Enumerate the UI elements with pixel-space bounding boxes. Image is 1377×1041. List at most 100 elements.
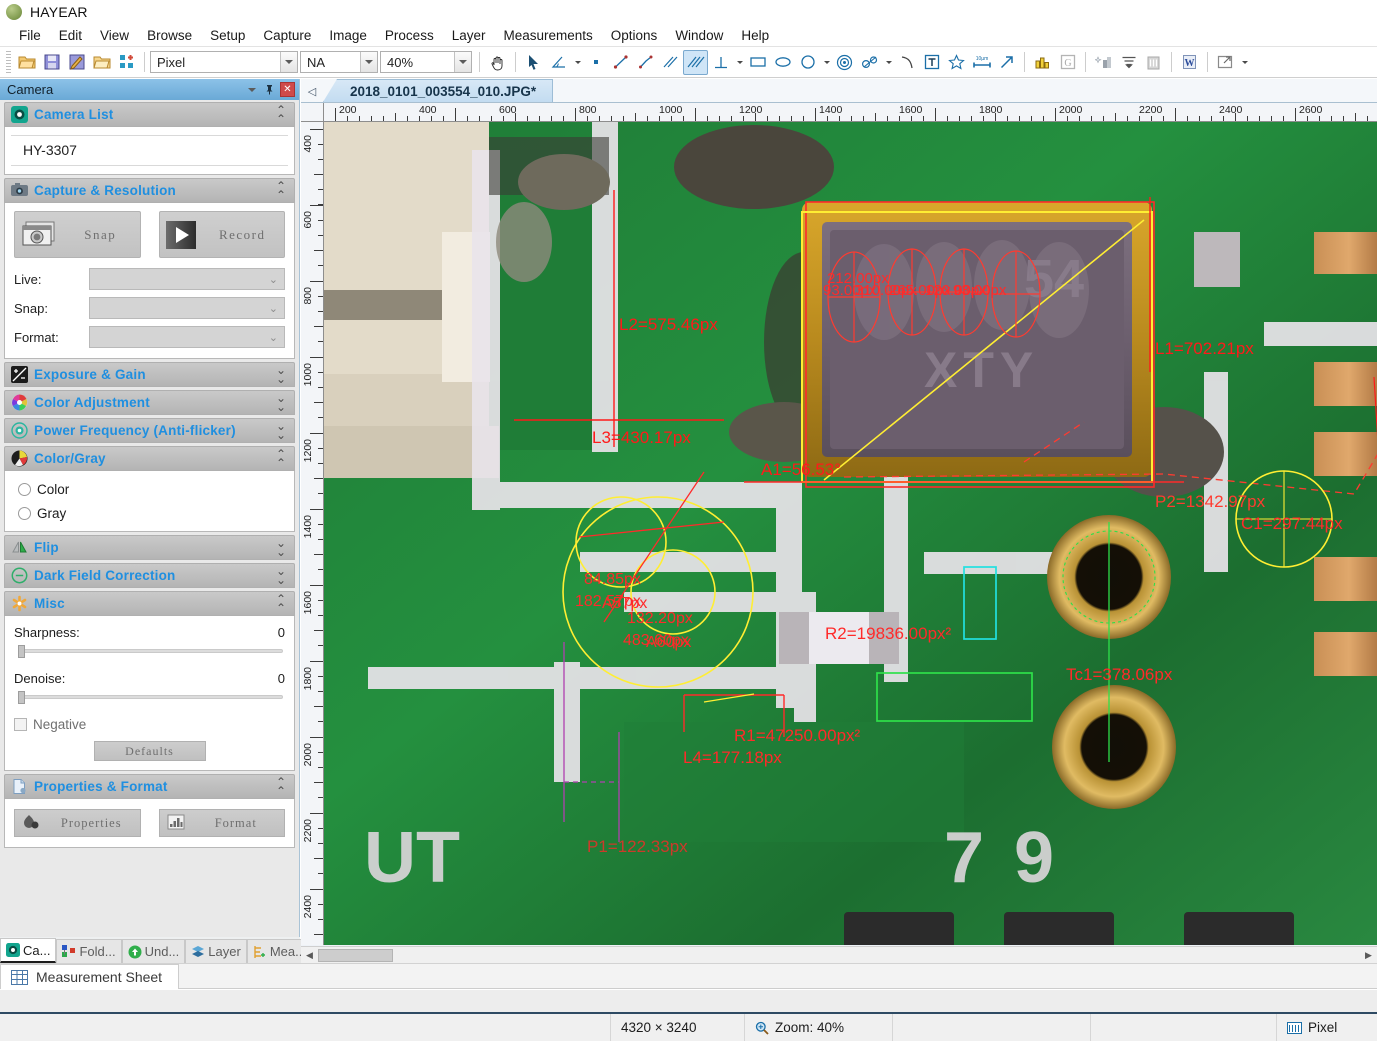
- menu-item-view[interactable]: View: [91, 26, 138, 45]
- dock-menu-icon[interactable]: [244, 82, 259, 97]
- expand-chevron-icon-dfc[interactable]: ⌄⌄: [274, 567, 288, 585]
- pin-icon[interactable]: [262, 82, 277, 97]
- collapse-chevron-icon-color-gray[interactable]: ⌃⌃: [274, 450, 288, 468]
- perpendicular-icon[interactable]: [708, 50, 733, 75]
- text-icon[interactable]: [919, 50, 944, 75]
- menu-item-file[interactable]: File: [10, 26, 50, 45]
- group-header-color-adjustment[interactable]: Color Adjustment ⌄⌄: [4, 390, 295, 415]
- scalebar-icon[interactable]: 10µm: [969, 50, 994, 75]
- properties-button[interactable]: Properties: [14, 809, 141, 837]
- group-header-dark-field-correction[interactable]: Dark Field Correction ⌄⌄: [4, 563, 295, 588]
- menu-item-browse[interactable]: Browse: [138, 26, 201, 45]
- document-tab[interactable]: 2018_0101_003554_010.JPG*: [323, 79, 553, 102]
- menu-item-options[interactable]: Options: [602, 26, 667, 45]
- dock-tab-folders[interactable]: Fold...: [56, 939, 121, 963]
- unit-combo[interactable]: Pixel: [150, 51, 298, 73]
- menu-item-capture[interactable]: Capture: [254, 26, 320, 45]
- radio-gray-button[interactable]: [18, 507, 31, 520]
- group-header-properties-format[interactable]: Properties & Format ⌃⌃: [4, 774, 295, 799]
- snap-select[interactable]: ⌄: [89, 297, 285, 319]
- concentric-circle-icon[interactable]: [832, 50, 857, 75]
- open-folder-icon[interactable]: [89, 50, 114, 75]
- parallel-hatch-icon[interactable]: [683, 50, 708, 75]
- menu-item-setup[interactable]: Setup: [201, 26, 254, 45]
- chain-link-icon[interactable]: [857, 50, 882, 75]
- pan-hand-icon[interactable]: [485, 50, 510, 75]
- zoom-combo-arrow[interactable]: [454, 52, 471, 72]
- format-select[interactable]: ⌄: [89, 326, 285, 348]
- ellipse-icon[interactable]: [770, 50, 795, 75]
- export-dropdown-icon[interactable]: [1238, 50, 1250, 75]
- group-header-flip[interactable]: Flip ⌄⌄: [4, 535, 295, 560]
- arrow-icon[interactable]: [994, 50, 1019, 75]
- word-export-icon[interactable]: W: [1177, 50, 1202, 75]
- camera-list-item[interactable]: HY-3307: [11, 135, 288, 166]
- menu-item-measurements[interactable]: Measurements: [494, 26, 601, 45]
- menu-item-help[interactable]: Help: [732, 26, 778, 45]
- defaults-button[interactable]: Defaults: [94, 741, 206, 761]
- chain-dropdown-icon[interactable]: [882, 50, 894, 75]
- group-header-camera-list[interactable]: Camera List ⌃⌃: [4, 102, 295, 127]
- record-button[interactable]: Record: [159, 211, 286, 258]
- group-header-power-frequency[interactable]: Power Frequency (Anti-flicker) ⌄⌄: [4, 418, 295, 443]
- grid-g-icon[interactable]: G: [1055, 50, 1080, 75]
- collapse-chevron-icon-2[interactable]: ⌃⌃: [274, 182, 288, 200]
- group-header-exposure-gain[interactable]: Exposure & Gain ⌄⌄: [4, 362, 295, 387]
- menu-item-image[interactable]: Image: [320, 26, 376, 45]
- menu-item-process[interactable]: Process: [376, 26, 443, 45]
- close-icon[interactable]: ✕: [280, 82, 295, 97]
- magic-wand-icon[interactable]: [1091, 50, 1116, 75]
- circle-dropdown-icon[interactable]: [820, 50, 832, 75]
- save-icon[interactable]: [39, 50, 64, 75]
- external-export-icon[interactable]: [1213, 50, 1238, 75]
- negative-checkbox-row[interactable]: Negative: [14, 717, 285, 732]
- scroll-left-arrow-icon[interactable]: ◀: [301, 947, 318, 963]
- live-select[interactable]: ⌄: [89, 268, 285, 290]
- chart-icon[interactable]: [1030, 50, 1055, 75]
- expand-chevron-icon-exposure[interactable]: ⌄⌄: [274, 366, 288, 384]
- menu-item-layer[interactable]: Layer: [443, 26, 495, 45]
- canvas-hscrollbar[interactable]: ◀ ▶: [301, 946, 1377, 963]
- radio-color-button[interactable]: [18, 483, 31, 496]
- calibration-combo-arrow[interactable]: [360, 52, 377, 72]
- group-header-misc[interactable]: Misc ⌃⌃: [4, 591, 295, 616]
- parallel-lines-icon[interactable]: [658, 50, 683, 75]
- unit-combo-arrow[interactable]: [280, 52, 297, 72]
- rectangle-icon[interactable]: [745, 50, 770, 75]
- dock-tab-camera[interactable]: Ca...: [0, 938, 56, 963]
- sharpness-slider-thumb[interactable]: [18, 645, 25, 658]
- group-header-capture-resolution[interactable]: Capture & Resolution ⌃⌃: [4, 178, 295, 203]
- negative-checkbox[interactable]: [14, 718, 27, 731]
- collapse-chevron-icon-pf[interactable]: ⌃⌃: [274, 778, 288, 796]
- calibration-combo[interactable]: NA: [300, 51, 378, 73]
- collapse-chevron-icon-misc[interactable]: ⌃⌃: [274, 595, 288, 613]
- sharpness-slider[interactable]: [14, 643, 285, 659]
- snap-button[interactable]: Snap: [14, 211, 141, 258]
- zoom-combo[interactable]: 40%: [380, 51, 472, 73]
- point-icon[interactable]: [583, 50, 608, 75]
- scroll-right-arrow-icon[interactable]: ▶: [1360, 947, 1377, 963]
- menu-item-edit[interactable]: Edit: [50, 26, 91, 45]
- polyline-icon[interactable]: [633, 50, 658, 75]
- perpendicular-dropdown-icon[interactable]: [733, 50, 745, 75]
- expand-chevron-icon-flip[interactable]: ⌄⌄: [274, 539, 288, 557]
- line-icon[interactable]: [608, 50, 633, 75]
- radio-color[interactable]: Color: [18, 482, 285, 497]
- circle-icon[interactable]: [795, 50, 820, 75]
- arc-icon[interactable]: [894, 50, 919, 75]
- group-header-color-gray[interactable]: Color/Gray ⌃⌃: [4, 446, 295, 471]
- tab-scroll-left-icon[interactable]: ◁: [301, 80, 323, 102]
- polygon-star-icon[interactable]: [944, 50, 969, 75]
- delete-icon[interactable]: [1141, 50, 1166, 75]
- denoise-slider[interactable]: [14, 689, 285, 705]
- collapse-chevron-icon[interactable]: ⌃⌃: [274, 106, 288, 124]
- radio-gray[interactable]: Gray: [18, 506, 285, 521]
- select-arrow-icon[interactable]: [521, 50, 546, 75]
- expand-chevron-icon-color-adj[interactable]: ⌄⌄: [274, 394, 288, 412]
- dock-tab-layer[interactable]: Layer: [185, 939, 247, 963]
- image-canvas[interactable]: 54 XTY: [324, 122, 1377, 945]
- hscroll-thumb[interactable]: [318, 949, 393, 962]
- align-icon[interactable]: [1116, 50, 1141, 75]
- thumbnails-icon[interactable]: [114, 50, 139, 75]
- format-button[interactable]: Format: [159, 809, 286, 837]
